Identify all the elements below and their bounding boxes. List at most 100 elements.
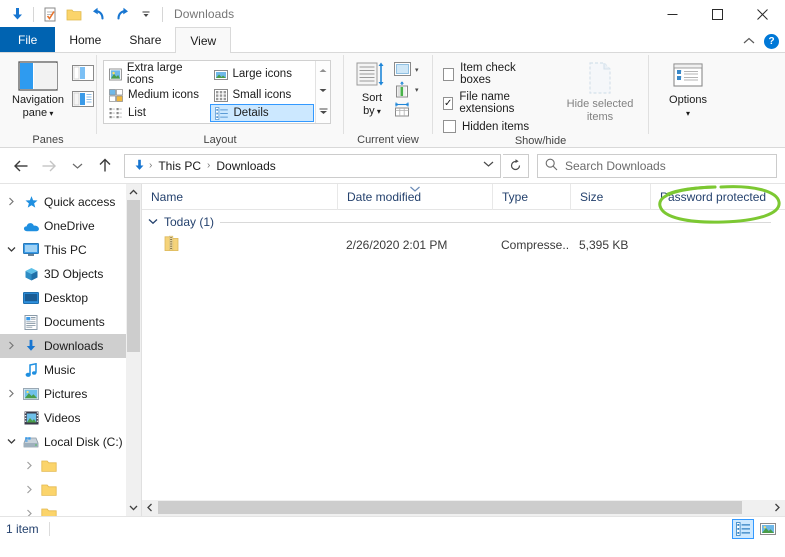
table-row[interactable]: 2/26/2020 2:01 PM Compresse... 5,395 KB: [142, 234, 785, 256]
minimize-button[interactable]: [650, 0, 695, 28]
qat-divider-2: [162, 6, 163, 22]
new-folder-icon[interactable]: [63, 3, 85, 25]
breadcrumb-downloads[interactable]: Downloads: [212, 157, 279, 175]
chevron-down-icon[interactable]: [2, 437, 20, 447]
item-count-label: 1 item: [6, 522, 39, 536]
item-check-boxes-row[interactable]: Item check boxes: [443, 62, 534, 86]
breadcrumb-separator[interactable]: ›: [149, 160, 152, 171]
refresh-button[interactable]: [503, 153, 529, 178]
hidden-items-checkbox[interactable]: [443, 120, 456, 133]
sort-columns-button[interactable]: ▾: [394, 81, 419, 98]
sidebar-item-desktop[interactable]: Desktop: [0, 286, 141, 310]
breadcrumb-this-pc[interactable]: This PC: [154, 157, 205, 175]
layout-gallery-scrollbar[interactable]: [315, 61, 330, 123]
cell-name[interactable]: [142, 234, 337, 256]
maximize-button[interactable]: [695, 0, 740, 28]
sidebar-item-downloads[interactable]: Downloads: [0, 334, 141, 358]
undo-icon[interactable]: [87, 3, 109, 25]
search-box[interactable]: Search Downloads: [537, 153, 777, 178]
scroll-left-icon[interactable]: [142, 503, 158, 514]
layout-details[interactable]: Details: [209, 104, 314, 122]
preview-pane-button[interactable]: [71, 65, 94, 84]
quick-access-toolbar: [6, 3, 166, 25]
sidebar-item-videos[interactable]: Videos: [0, 406, 141, 430]
tab-file[interactable]: File: [0, 27, 56, 52]
details-pane-button[interactable]: [71, 91, 94, 110]
layout-medium-icons[interactable]: Medium icons: [105, 86, 210, 104]
column-header-type[interactable]: Type: [492, 183, 570, 210]
up-button[interactable]: [92, 153, 118, 179]
scroll-up-icon[interactable]: [126, 184, 141, 200]
sidebar-item-local-disk-c[interactable]: Local Disk (C:): [0, 430, 141, 454]
chevron-right-icon[interactable]: [2, 341, 20, 352]
sidebar-item-this-pc[interactable]: This PC: [0, 238, 141, 262]
details-view-button[interactable]: [732, 519, 754, 539]
size-all-columns-button[interactable]: [394, 101, 419, 118]
scroll-down-icon[interactable]: [126, 500, 141, 516]
chevron-right-icon[interactable]: [2, 389, 20, 400]
layout-extra-large-icons[interactable]: Extra large icons: [105, 62, 210, 86]
hscroll-thumb[interactable]: [158, 501, 742, 514]
sidebar-item-music[interactable]: Music: [0, 358, 141, 382]
sort-by-button[interactable]: Sort by ▾: [350, 57, 394, 122]
navigation-pane-button[interactable]: Navigation pane ▾: [6, 57, 70, 124]
search-input[interactable]: Search Downloads: [565, 159, 666, 173]
address-dropdown-icon[interactable]: [478, 160, 498, 171]
navigation-pane-scrollbar[interactable]: [126, 184, 141, 516]
sidebar-item-folder-3[interactable]: [0, 502, 141, 516]
sidebar-item-quick-access[interactable]: Quick access: [0, 190, 141, 214]
recent-locations-button[interactable]: [64, 153, 90, 179]
properties-icon[interactable]: [39, 3, 61, 25]
hidden-items-row[interactable]: Hidden items: [443, 120, 534, 133]
hscroll-track[interactable]: [158, 500, 769, 516]
collapse-ribbon-icon[interactable]: [743, 36, 755, 48]
layout-small-icons[interactable]: Small icons: [210, 86, 315, 104]
large-icons-view-button[interactable]: [757, 519, 779, 539]
redo-icon[interactable]: [111, 3, 133, 25]
scrollbar-thumb[interactable]: [127, 200, 140, 352]
customize-qat-dropdown-icon[interactable]: [135, 3, 157, 25]
forward-button[interactable]: [36, 153, 62, 179]
sidebar-label: Videos: [44, 411, 81, 425]
chevron-down-icon[interactable]: [148, 217, 158, 228]
file-name-extensions-row[interactable]: ✓ File name extensions: [443, 91, 534, 115]
sidebar-item-3d-objects[interactable]: 3D Objects: [0, 262, 141, 286]
layout-large-icons[interactable]: Large icons: [210, 62, 315, 86]
breadcrumb-downloads-icon: [129, 158, 147, 173]
item-check-boxes-checkbox[interactable]: [443, 67, 455, 81]
close-button[interactable]: [740, 0, 785, 28]
tab-view[interactable]: View: [175, 27, 232, 53]
sidebar-item-onedrive[interactable]: OneDrive: [0, 214, 141, 238]
chevron-right-icon[interactable]: [2, 197, 20, 208]
gallery-scroll-up-icon[interactable]: [319, 68, 327, 75]
breadcrumb-separator[interactable]: ›: [207, 160, 210, 171]
add-columns-button[interactable]: ▾: [394, 61, 419, 78]
column-header-size[interactable]: Size: [570, 183, 650, 210]
column-header-password-protected[interactable]: Password protected: [650, 183, 780, 210]
options-button[interactable]: Options ▾: [655, 57, 721, 124]
column-label: Type: [502, 189, 529, 204]
help-icon[interactable]: ?: [764, 34, 779, 49]
scroll-right-icon[interactable]: [769, 503, 785, 514]
downloads-icon[interactable]: [6, 3, 28, 25]
chevron-right-icon[interactable]: [2, 485, 38, 496]
breadcrumb-bar[interactable]: › This PC › Downloads: [124, 153, 501, 178]
column-header-date-modified[interactable]: Date modified: [337, 183, 492, 210]
gallery-scroll-down-icon[interactable]: [319, 88, 327, 95]
chevron-down-icon[interactable]: [2, 245, 20, 255]
column-header-name[interactable]: Name: [142, 184, 337, 210]
sidebar-item-folder-1[interactable]: [0, 454, 141, 478]
tab-share[interactable]: Share: [115, 27, 175, 52]
layout-list[interactable]: List: [105, 104, 210, 122]
chevron-right-icon[interactable]: [2, 461, 38, 472]
sidebar-item-folder-2[interactable]: [0, 478, 141, 502]
sidebar-item-pictures[interactable]: Pictures: [0, 382, 141, 406]
back-button[interactable]: [8, 153, 34, 179]
sidebar-item-documents[interactable]: Documents: [0, 310, 141, 334]
file-name-extensions-checkbox[interactable]: ✓: [443, 96, 454, 110]
group-header-today[interactable]: Today (1): [142, 210, 785, 234]
chevron-right-icon[interactable]: [2, 509, 38, 516]
gallery-expand-icon[interactable]: [319, 108, 328, 117]
tab-home[interactable]: Home: [55, 27, 115, 52]
horizontal-scrollbar[interactable]: [142, 500, 785, 516]
